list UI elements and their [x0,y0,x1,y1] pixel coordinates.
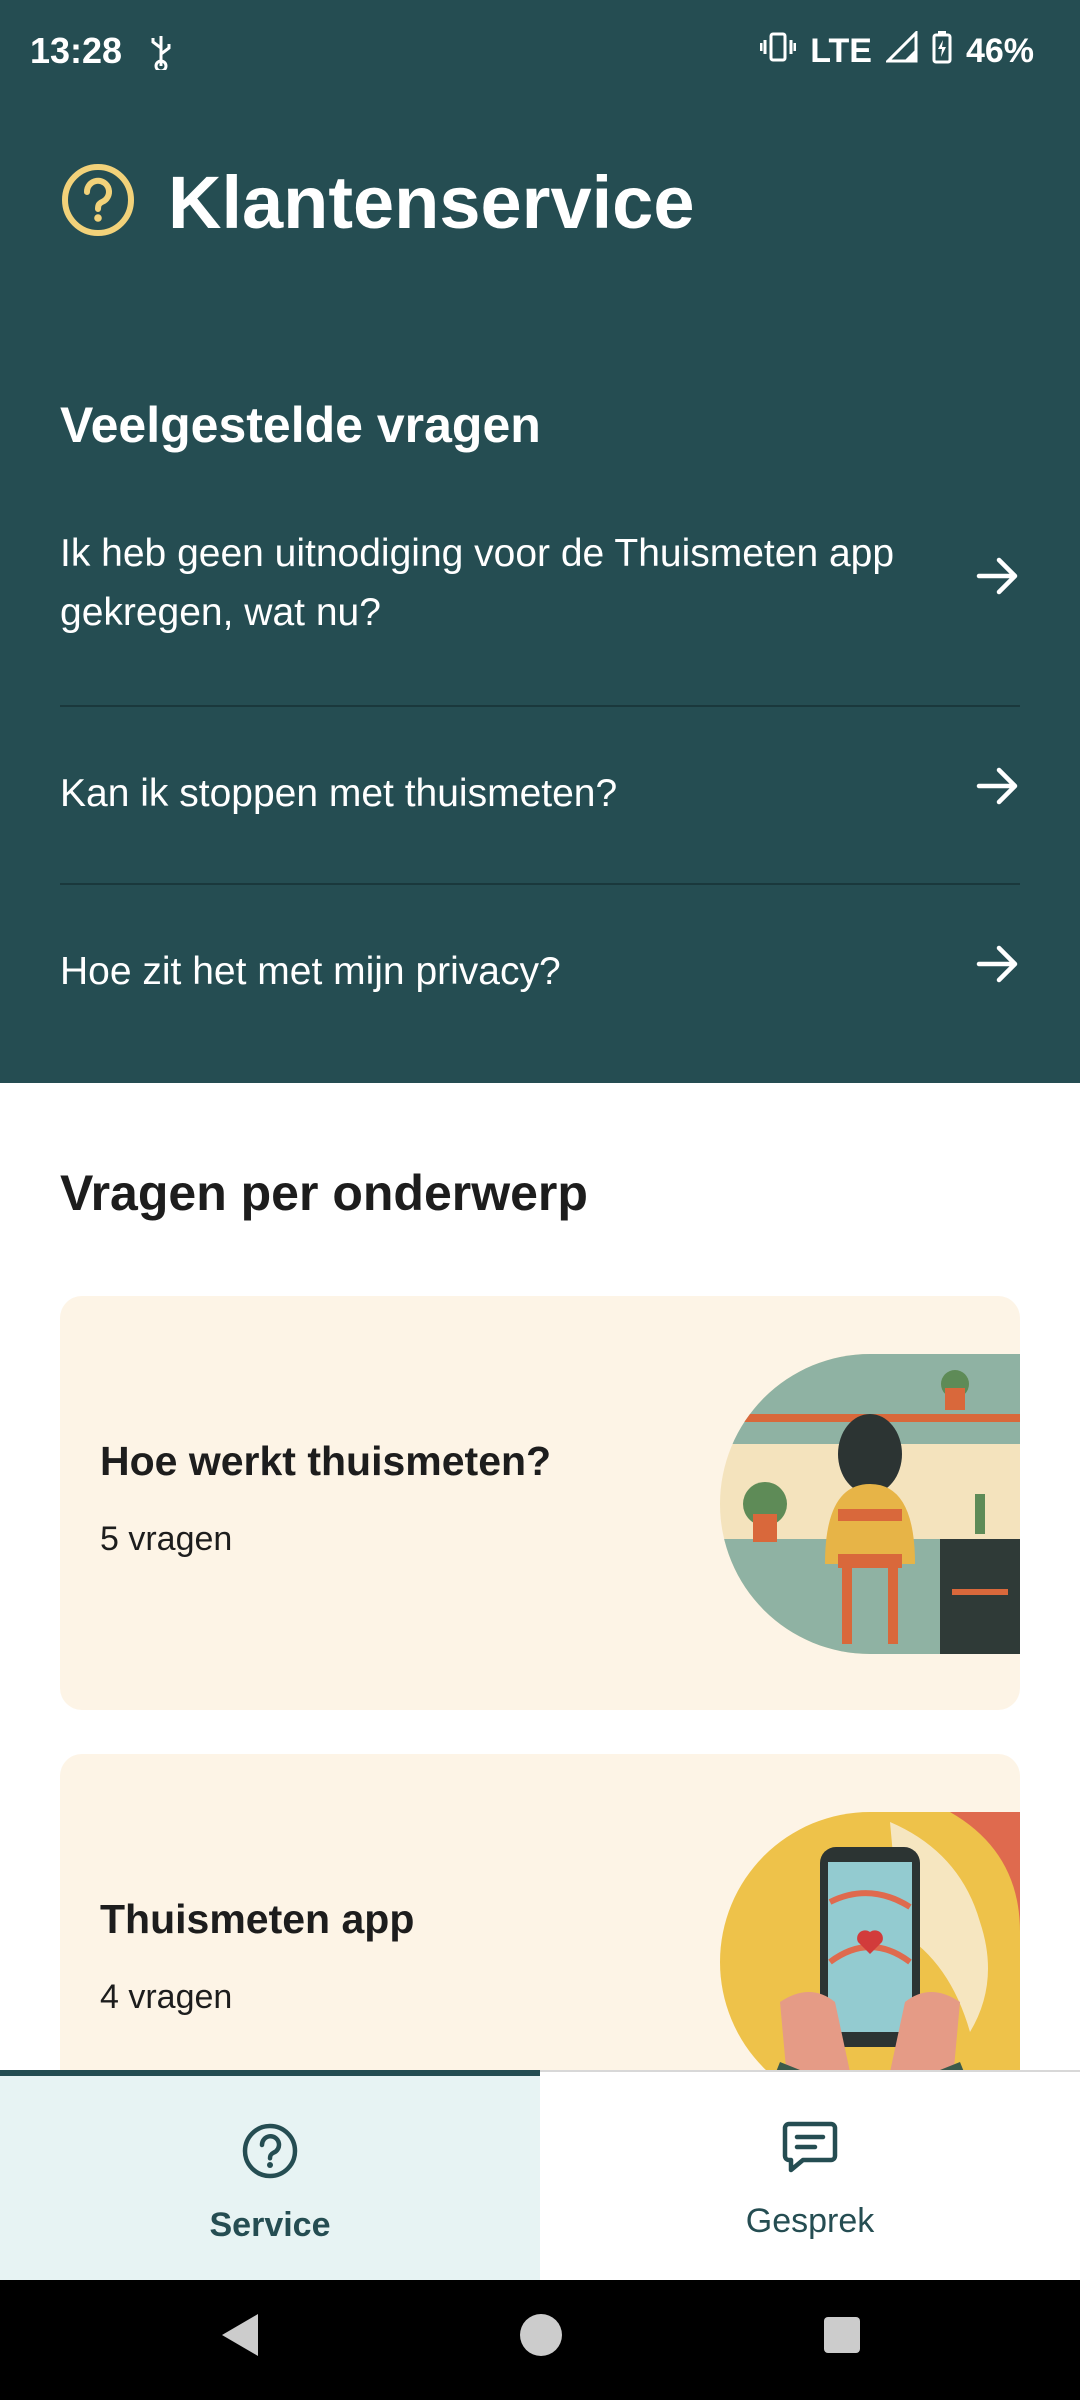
tab-service[interactable]: Service [0,2070,540,2286]
topic-card[interactable]: Hoe werkt thuismeten? 5 vragen [60,1296,1020,1710]
faq-item[interactable]: Hoe zit het met mijn privacy? [60,942,1020,1001]
topic-card-title: Hoe werkt thuismeten? [100,1438,552,1484]
back-icon[interactable] [218,2310,262,2365]
home-icon[interactable] [518,2310,564,2365]
vibrate-icon [759,31,797,72]
faq-item-label: Kan ik stoppen met thuismeten? [60,772,618,815]
faq-section-title: Veelgestelde vragen [60,397,541,453]
system-navigation-bar [0,2280,1080,2400]
status-time: 13:28 [30,30,123,71]
usb-icon [148,34,174,75]
tab-label: Service [209,2206,331,2244]
recents-icon[interactable] [820,2310,864,2365]
faq-item[interactable]: Ik heb geen uitnodiging voor de Thuismet… [60,524,1020,642]
page-header: Klantenservice [60,160,695,245]
faq-item-label: Hoe zit het met mijn privacy? [60,950,561,993]
network-type: LTE [810,32,872,70]
signal-icon [884,29,918,72]
tab-gesprek[interactable]: Gesprek [540,2072,1080,2282]
faq-item-label: Ik heb geen uitnodiging voor de Thuismet… [60,532,895,634]
topics-section-title: Vragen per onderwerp [60,1165,588,1221]
kitchen-illustration [720,1354,1020,1659]
arrow-right-icon [976,764,1020,823]
divider [60,883,1020,885]
status-bar: 13:28 LTE 46% [0,0,1080,110]
bottom-tab-bar: Service Gesprek [0,2070,1080,2286]
arrow-right-icon [976,554,1020,613]
topic-card-count: 4 vragen [100,1978,233,2016]
topic-card-count: 5 vragen [100,1520,233,1558]
page-title: Klantenservice [168,161,695,244]
tab-label: Gesprek [745,2202,875,2240]
divider [60,705,1020,707]
battery-percent: 46% [965,32,1034,70]
faq-item[interactable]: Kan ik stoppen met thuismeten? [60,764,1020,823]
question-circle-icon [60,162,136,243]
chat-bubble-icon [781,2118,839,2181]
question-circle-icon [241,2122,299,2185]
battery-icon [932,30,952,73]
arrow-right-icon [976,942,1020,1001]
topic-card-title: Thuismeten app [100,1896,415,1942]
